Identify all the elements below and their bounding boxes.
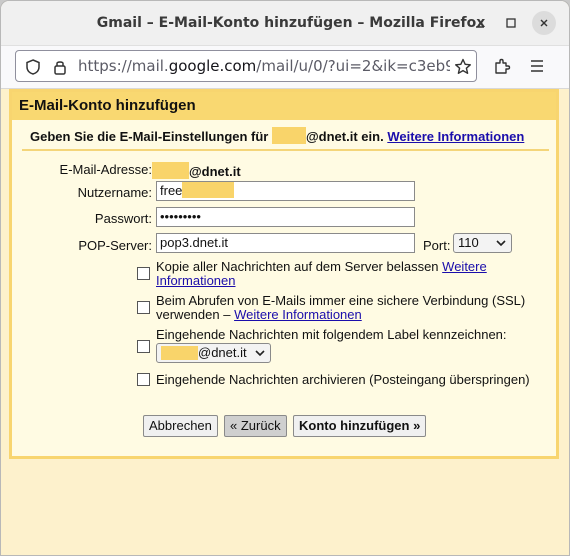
redacted-block [152, 162, 189, 179]
pop-server-label: POP-Server: [78, 238, 152, 253]
username-field[interactable]: free [156, 181, 415, 201]
ssl-text: Beim Abrufen von E-Mails immer eine sich… [156, 293, 526, 322]
redacted-block [182, 182, 235, 198]
intro-text: Geben Sie die E-Mail-Einstellungen für @… [30, 127, 524, 144]
email-value: @dnet.it [152, 162, 241, 179]
archive-checkbox[interactable] [137, 373, 150, 386]
chevron-down-icon [496, 240, 506, 247]
label-text: Eingehende Nachrichten mit folgendem Lab… [156, 327, 507, 342]
intro-prefix: Geben Sie die E-Mail-Einstellungen für [30, 129, 269, 144]
add-account-dialog: E-Mail-Konto hinzufügen Geben Sie die E-… [9, 89, 559, 459]
ssl-checkbox[interactable] [137, 301, 150, 314]
chevron-down-icon [255, 350, 265, 357]
dialog-title: E-Mail-Konto hinzufügen [19, 97, 196, 114]
menu-icon[interactable] [527, 56, 547, 76]
keep-copy-text: Kopie aller Nachrichten auf dem Server b… [156, 259, 487, 288]
label-select[interactable]: @dnet.it [156, 343, 271, 363]
intro-suffix: @dnet.it ein. [306, 129, 384, 144]
shield-icon[interactable] [24, 58, 42, 76]
minimize-icon[interactable] [468, 11, 492, 35]
lock-icon[interactable] [51, 58, 69, 76]
title-bar: Gmail – E-Mail-Konto hinzufügen – Mozill… [1, 1, 569, 46]
archive-text: Eingehende Nachrichten archivieren (Post… [156, 372, 530, 387]
add-account-button[interactable]: Konto hinzufügen » [293, 415, 427, 437]
url-text[interactable]: https://mail.google.com/mail/u/0/?ui=2&i… [78, 51, 450, 81]
firefox-window: Gmail – E-Mail-Konto hinzufügen – Mozill… [0, 0, 570, 556]
redacted-block [161, 346, 198, 360]
page-content: E-Mail-Konto hinzufügen Geben Sie die E-… [1, 89, 569, 555]
pop-server-field[interactable]: pop3.dnet.it [156, 233, 415, 253]
port-select[interactable]: 110 [453, 233, 512, 253]
back-button[interactable]: « Zurück [224, 415, 287, 437]
bookmark-star-icon[interactable] [453, 57, 473, 77]
keep-copy-checkbox[interactable] [137, 267, 150, 280]
password-field[interactable]: ••••••••• [156, 207, 415, 227]
intro-more-info-link[interactable]: Weitere Informationen [387, 129, 524, 144]
divider [22, 149, 549, 151]
redacted-block [272, 127, 306, 144]
label-checkbox[interactable] [137, 340, 150, 353]
url-bar[interactable]: https://mail.google.com/mail/u/0/?ui=2&i… [15, 50, 477, 82]
username-label: Nutzername: [77, 185, 152, 200]
password-label: Passwort: [94, 211, 152, 226]
email-label: E-Mail-Adresse: [59, 162, 152, 177]
cancel-button[interactable]: Abbrechen [143, 415, 218, 437]
maximize-icon[interactable] [499, 11, 523, 35]
port-label: Port: [423, 238, 451, 253]
nav-toolbar: https://mail.google.com/mail/u/0/?ui=2&i… [1, 46, 569, 89]
extensions-icon[interactable] [492, 56, 512, 76]
ssl-more-info-link[interactable]: Weitere Informationen [234, 307, 362, 322]
dialog-header: E-Mail-Konto hinzufügen [12, 92, 556, 120]
close-icon[interactable] [532, 11, 556, 35]
